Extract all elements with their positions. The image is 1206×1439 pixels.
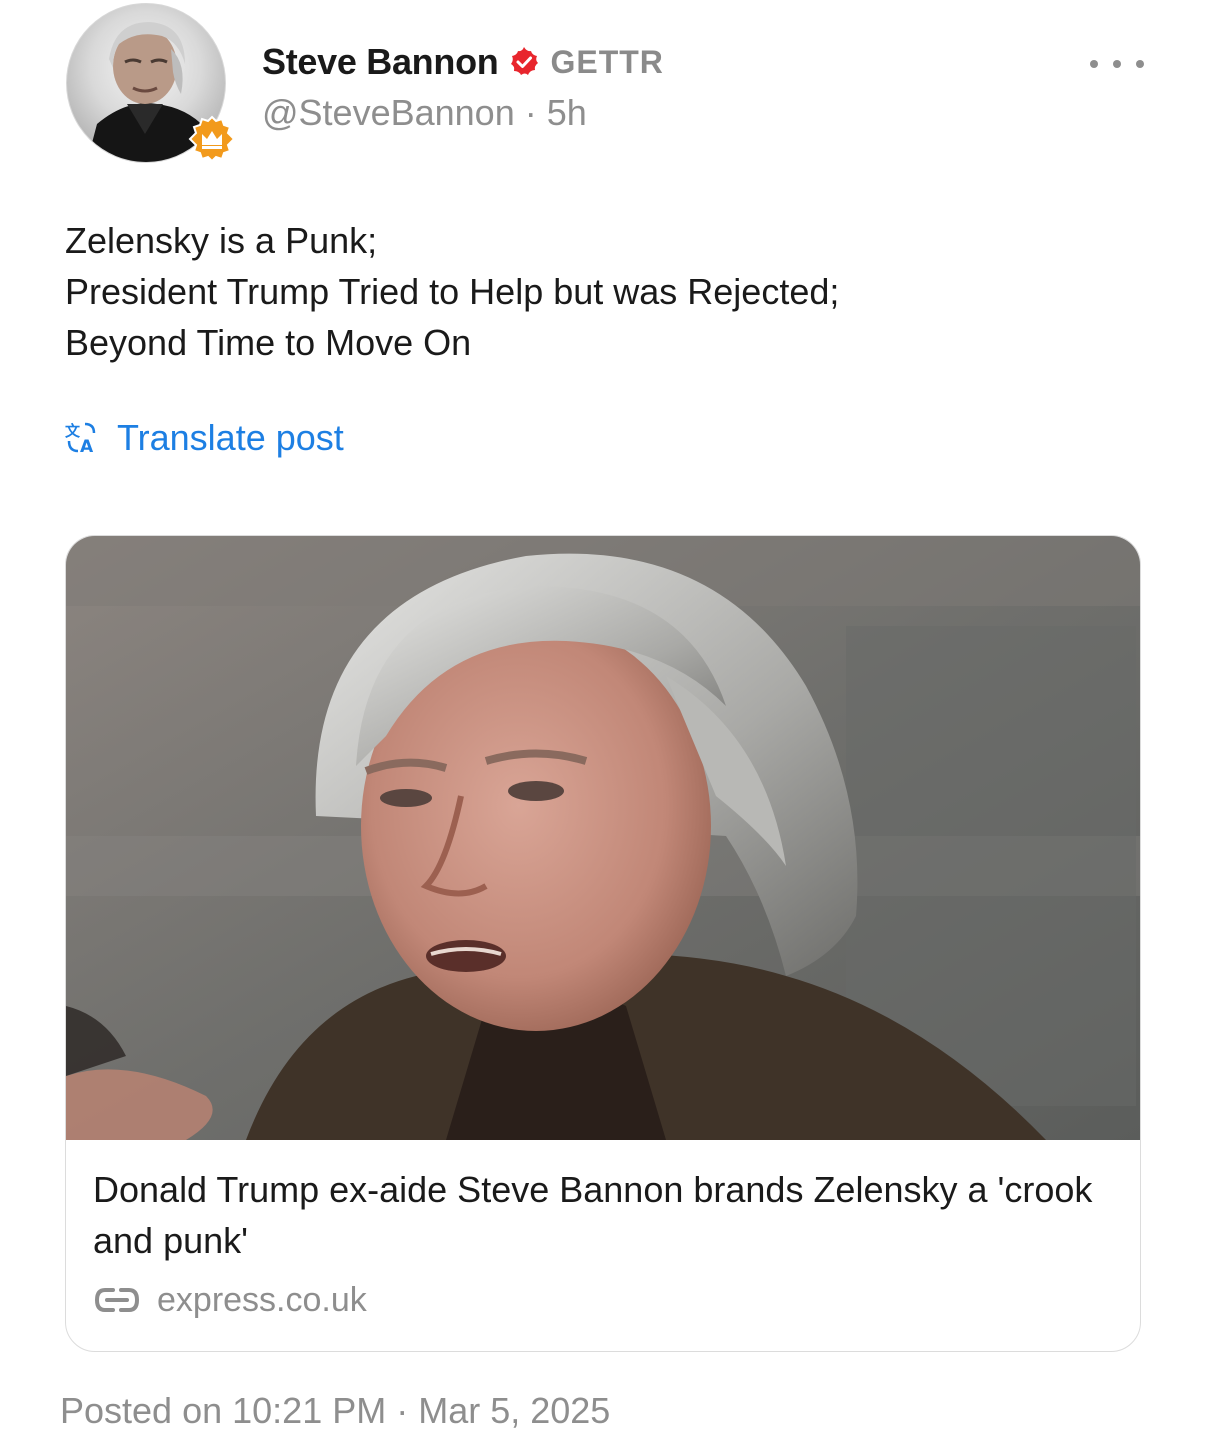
link-preview-title: Donald Trump ex-aide Steve Bannon brands… (93, 1169, 1093, 1261)
svg-text:A: A (80, 437, 94, 455)
post-line: President Trump Tried to Help but was Re… (65, 271, 840, 312)
translate-post-button[interactable]: 文 A Translate post (65, 415, 344, 461)
link-preview-domain-row: express.co.uk (93, 1276, 367, 1324)
link-preview-card[interactable]: Donald Trump ex-aide Steve Bannon brands… (65, 535, 1141, 1352)
handle-and-time[interactable]: @SteveBannon · 5h (262, 92, 587, 134)
link-preview-domain: express.co.uk (157, 1280, 367, 1319)
dot-icon (1090, 60, 1098, 68)
name-row: Steve Bannon GETTR (262, 38, 664, 86)
translate-icon: 文 A (65, 422, 96, 455)
link-preview-image (66, 536, 1140, 1140)
verified-badge-icon (511, 47, 539, 75)
post-line: Beyond Time to Move On (65, 322, 472, 363)
post-line: Zelensky is a Punk; (65, 220, 378, 261)
avatar[interactable] (66, 3, 236, 163)
link-icon (94, 1288, 140, 1312)
display-name[interactable]: Steve Bannon (262, 41, 499, 83)
svg-text:文: 文 (65, 422, 81, 440)
platform-label: GETTR (550, 43, 664, 80)
crown-icon (188, 115, 236, 163)
dot-icon (1113, 60, 1121, 68)
posted-timestamp: Posted on 10:21 PM · Mar 5, 2025 (60, 1390, 611, 1431)
translate-label: Translate post (117, 417, 344, 458)
more-options-button[interactable] (1090, 50, 1144, 78)
dot-icon (1136, 60, 1144, 68)
post-text: Zelensky is a Punk; President Trump Trie… (65, 215, 1145, 368)
